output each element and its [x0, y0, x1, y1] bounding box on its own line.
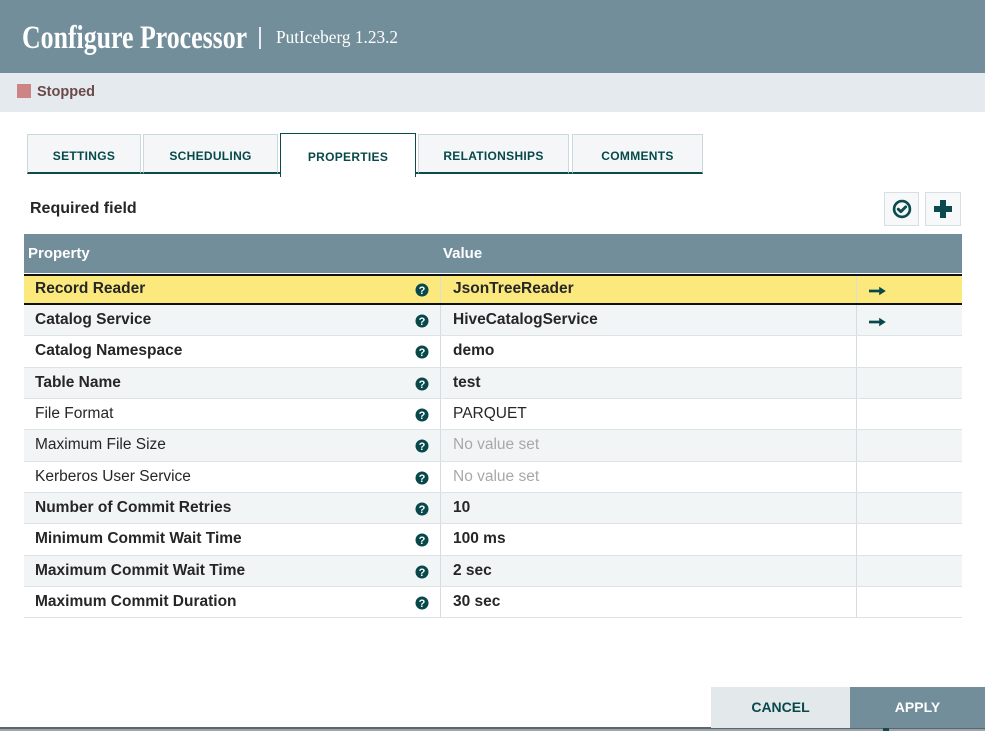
- svg-text:?: ?: [419, 598, 426, 610]
- svg-text:?: ?: [419, 347, 426, 359]
- svg-text:?: ?: [419, 441, 426, 453]
- svg-text:?: ?: [419, 504, 426, 516]
- svg-text:?: ?: [419, 567, 426, 579]
- svg-text:?: ?: [419, 285, 426, 297]
- svg-text:?: ?: [419, 410, 426, 422]
- svg-text:?: ?: [419, 316, 426, 328]
- svg-text:?: ?: [419, 473, 426, 485]
- svg-text:?: ?: [419, 535, 426, 547]
- svg-text:?: ?: [419, 379, 426, 391]
